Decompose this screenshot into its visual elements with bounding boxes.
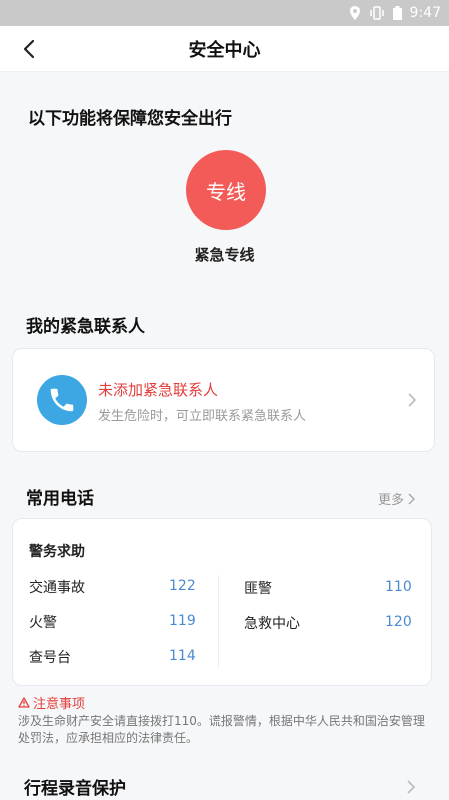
contact-title: 未添加紧急联系人: [98, 381, 219, 399]
phone-number-police[interactable]: 110: [385, 579, 412, 595]
page-content: 以下功能将保障您安全出行 专线 紧急专线 我的紧急联系人 未添加紧急联系人 发生…: [0, 72, 449, 800]
phone-item-police[interactable]: 匪警: [244, 578, 272, 598]
column-divider: [218, 575, 219, 669]
hotline-label: 紧急专线: [194, 246, 255, 264]
phone-item-ambulance[interactable]: 急救中心: [244, 613, 300, 633]
more-label: 更多: [377, 493, 404, 508]
phone-group-title: 警务求助: [29, 544, 85, 560]
nav-bar: 安全中心: [0, 26, 449, 72]
status-time: 9:47: [409, 5, 441, 21]
common-phones-card: 警务求助 交通事故 122 火警 119 查号台 114 匪警 110 急救中心…: [12, 518, 432, 686]
common-phones-heading: 常用电话: [26, 489, 94, 509]
phone-number-traffic[interactable]: 122: [169, 578, 196, 594]
notice-body: 涉及生命财产安全请直接拨打110。谎报警情，根据中华人民共和国治安管理处罚法，应…: [18, 714, 425, 745]
battery-icon: [392, 6, 402, 20]
page-title: 安全中心: [188, 39, 261, 61]
status-bar: 9:47: [0, 0, 449, 26]
chevron-right-icon[interactable]: [407, 780, 415, 794]
warning-icon: [18, 697, 30, 708]
intro-heading: 以下功能将保障您安全出行: [28, 109, 232, 129]
emergency-hotline-button[interactable]: 专线: [186, 150, 266, 230]
trip-recording-heading[interactable]: 行程录音保护: [24, 774, 126, 799]
phone-number-fire[interactable]: 119: [169, 613, 196, 629]
add-emergency-contact-card[interactable]: 未添加紧急联系人 发生危险时，可立即联系紧急联系人: [12, 348, 435, 452]
phone-item-directory[interactable]: 查号台: [29, 647, 71, 667]
more-phones-link[interactable]: 更多: [378, 489, 415, 508]
chevron-right-icon: [408, 393, 416, 407]
back-arrow-icon: [23, 39, 35, 59]
phone-number-directory[interactable]: 114: [169, 648, 196, 664]
phone-item-traffic[interactable]: 交通事故: [29, 577, 85, 597]
notice-title: 注意事项: [18, 693, 85, 712]
phone-icon: [37, 375, 87, 425]
hotline-circle-text: 专线: [206, 179, 246, 204]
contact-subtitle: 发生危险时，可立即联系紧急联系人: [98, 409, 307, 424]
vibrate-icon: [369, 6, 385, 20]
back-button[interactable]: [14, 34, 44, 64]
phone-number-ambulance[interactable]: 120: [385, 614, 412, 630]
notice-title-text: 注意事项: [33, 697, 86, 712]
location-icon: [349, 6, 361, 20]
emergency-contacts-heading: 我的紧急联系人: [26, 317, 145, 337]
phone-item-fire[interactable]: 火警: [29, 612, 57, 632]
chevron-right-icon: [408, 492, 415, 505]
